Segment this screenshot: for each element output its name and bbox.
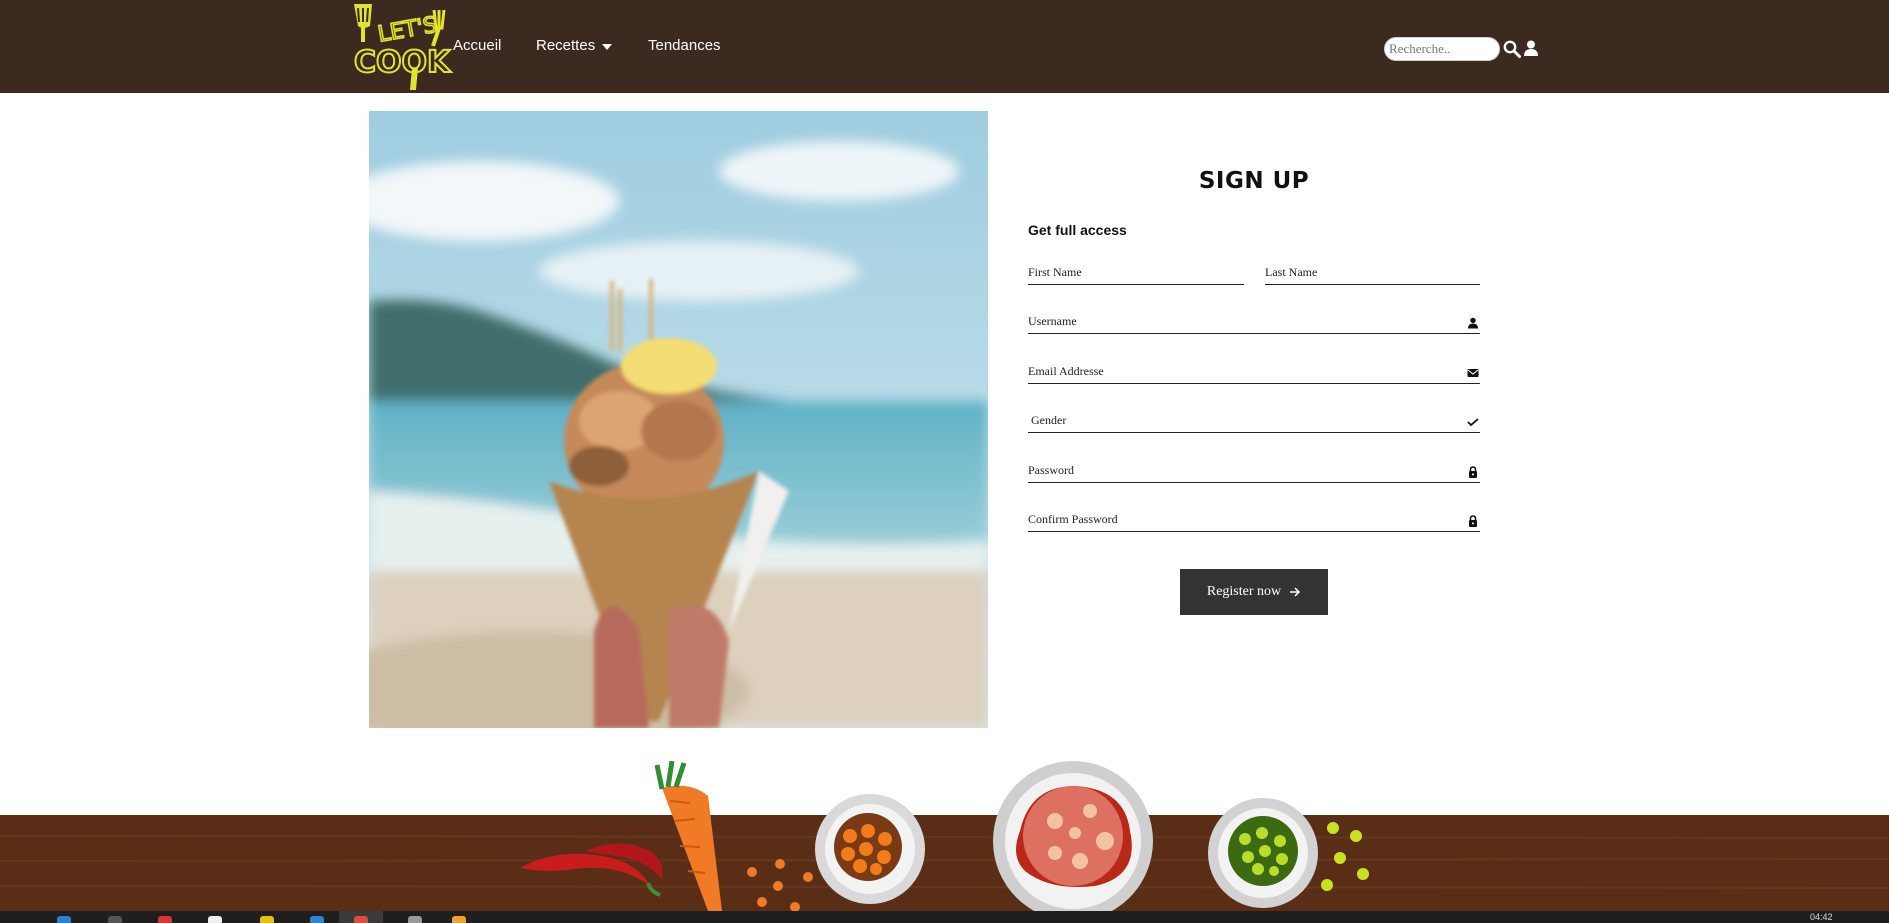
- last-name-field[interactable]: Last Name: [1265, 259, 1480, 285]
- last-name-placeholder: Last Name: [1265, 265, 1318, 279]
- top-navigation-bar: [0, 0, 1889, 93]
- username-field[interactable]: Username: [1028, 308, 1480, 334]
- taskbar-app-icon[interactable]: [260, 916, 274, 923]
- nav-item-tendances[interactable]: Tendances: [648, 37, 721, 54]
- search-input[interactable]: [1384, 37, 1500, 61]
- gender-placeholder: Gender: [1031, 413, 1067, 427]
- email-placeholder: Email Addresse: [1028, 364, 1104, 378]
- user-icon: [1468, 317, 1478, 329]
- email-field[interactable]: Email Addresse: [1028, 358, 1480, 384]
- register-now-label: Register now: [1206, 584, 1282, 599]
- nav-item-accueil-label: Accueil: [453, 37, 502, 54]
- hero-photo-fried-seafood-cone: [369, 111, 988, 728]
- nav-item-recettes-label: Recettes: [536, 37, 596, 54]
- password-field[interactable]: Password: [1028, 457, 1480, 483]
- username-placeholder: Username: [1028, 314, 1077, 328]
- first-name-field[interactable]: First Name: [1028, 259, 1244, 285]
- caret-down-icon: [602, 43, 613, 50]
- logo-text-bottom: COOK: [354, 45, 452, 80]
- lock-icon: [1469, 466, 1477, 478]
- user-icon[interactable]: [1524, 40, 1538, 57]
- taskbar-app-icon[interactable]: [452, 916, 466, 923]
- form-subtitle: Get full access: [1028, 222, 1127, 238]
- check-icon: [1467, 418, 1479, 427]
- taskbar-app-icon[interactable]: [57, 916, 71, 923]
- register-now-button[interactable]: Register now: [1180, 569, 1328, 615]
- taskbar-clock: 04:42: [1810, 912, 1833, 922]
- logo-text-top: LET'S: [376, 13, 439, 48]
- taskbar-app-icon[interactable]: [208, 916, 222, 923]
- taskbar-app-icon[interactable]: [408, 916, 422, 923]
- search-icon[interactable]: [1503, 40, 1521, 58]
- password-placeholder: Password: [1028, 463, 1075, 477]
- gender-select[interactable]: Gender: [1028, 407, 1480, 433]
- confirm-password-placeholder: Confirm Password: [1028, 512, 1118, 526]
- first-name-placeholder: First Name: [1028, 265, 1082, 279]
- lock-icon: [1469, 515, 1477, 527]
- arrow-right-icon: [1290, 587, 1301, 597]
- taskbar-app-icon[interactable]: [354, 916, 368, 923]
- lets-cook-logo[interactable]: LET'S COOK: [350, 2, 455, 90]
- taskbar-app-icon[interactable]: [310, 916, 324, 923]
- form-title: SIGN UP: [1198, 168, 1310, 194]
- nav-item-recettes[interactable]: Recettes: [536, 37, 613, 54]
- envelope-icon: [1467, 369, 1479, 377]
- taskbar-app-icon[interactable]: [158, 916, 172, 923]
- footer-food-illustration: [0, 761, 1889, 911]
- taskbar-app-icon[interactable]: [108, 916, 122, 923]
- nav-item-accueil[interactable]: Accueil: [453, 37, 501, 54]
- nav-item-tendances-label: Tendances: [648, 37, 721, 54]
- confirm-password-field[interactable]: Confirm Password: [1028, 506, 1480, 532]
- os-taskbar: [0, 911, 1889, 923]
